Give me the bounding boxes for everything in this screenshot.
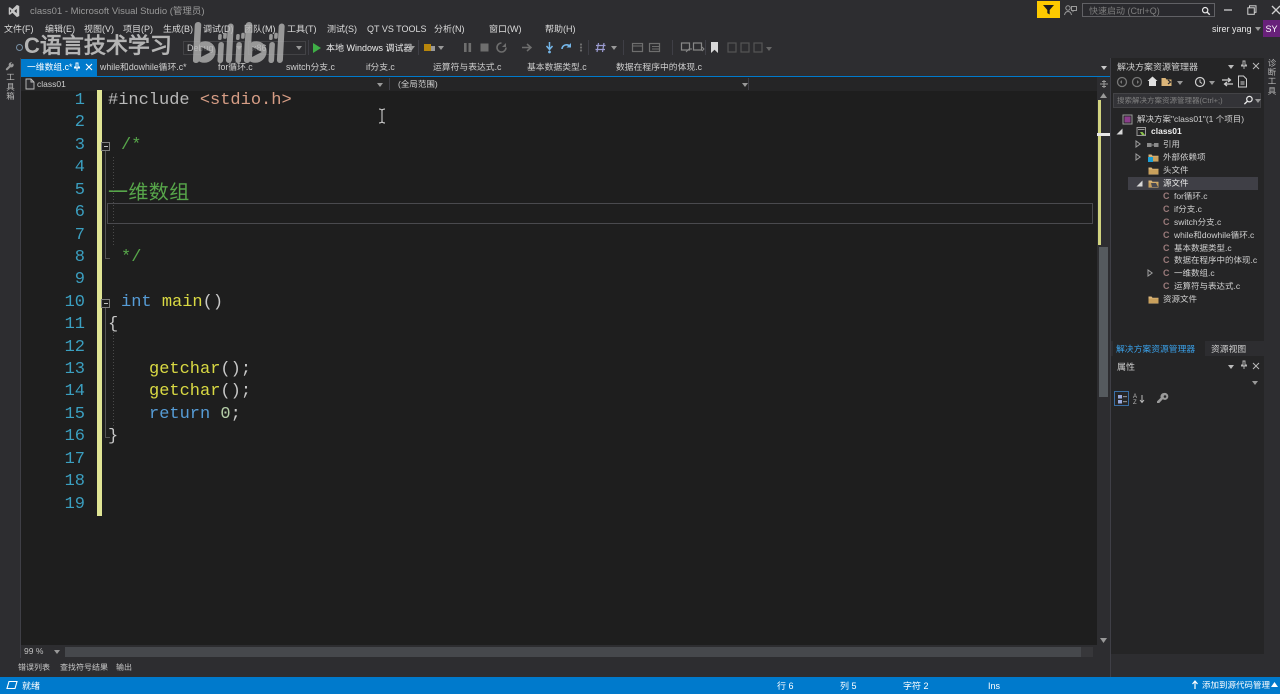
svg-text:Z: Z	[1133, 400, 1137, 405]
